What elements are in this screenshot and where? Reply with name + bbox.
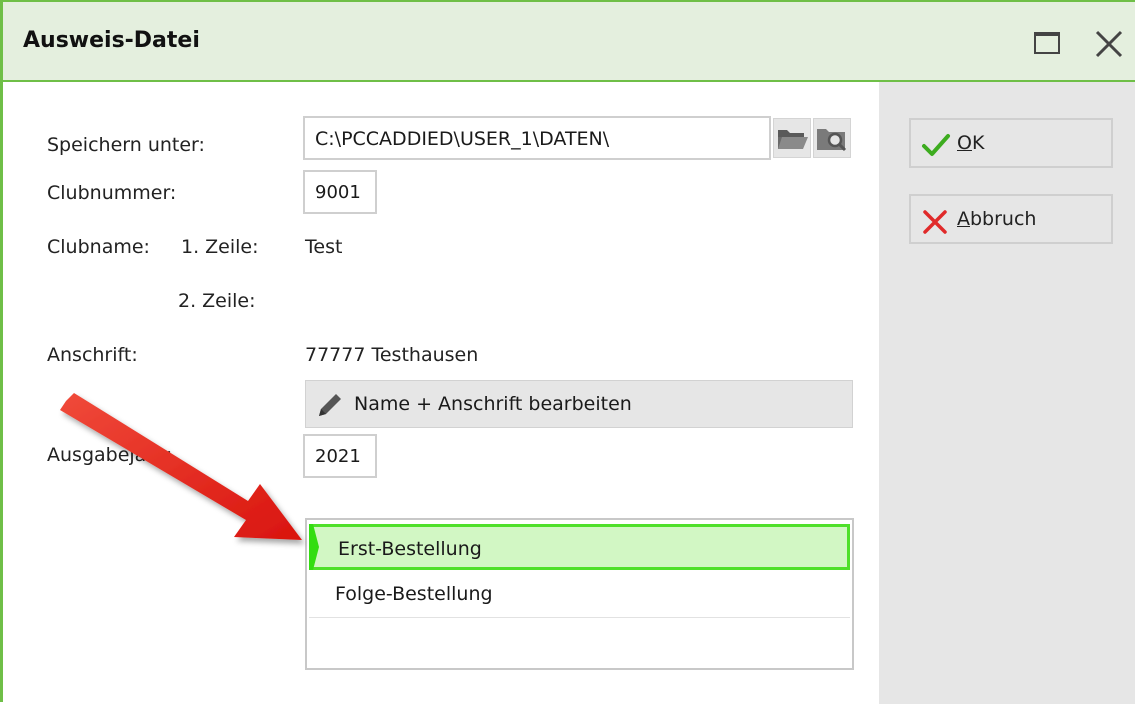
club-number-input[interactable]: 9001 xyxy=(303,170,377,214)
cancel-label: Abbruch xyxy=(957,208,1037,230)
cancel-x-icon xyxy=(923,210,947,234)
cancel-button[interactable]: Abbruch xyxy=(909,194,1113,244)
ausweis-datei-dialog: Ausweis-Datei Speichern unter: C:\PCCADD… xyxy=(0,0,1135,704)
list-item-label: Folge-Bestellung xyxy=(335,583,493,605)
line1-label: 1. Zeile: xyxy=(181,236,259,258)
order-type-list: Erst-Bestellung Folge-Bestellung xyxy=(305,518,854,670)
edit-name-address-button[interactable]: Name + Anschrift bearbeiten xyxy=(305,380,853,428)
line2-label: 2. Zeile: xyxy=(178,290,256,312)
year-label: Ausgabejahr: xyxy=(47,444,173,466)
pencil-icon xyxy=(319,394,341,416)
save-path-input[interactable]: C:\PCCADDIED\USER_1\DATEN\ xyxy=(303,116,771,160)
address-label: Anschrift: xyxy=(47,344,138,366)
club-number-value: 9001 xyxy=(315,182,361,203)
year-input[interactable]: 2021 xyxy=(303,434,377,478)
edit-name-address-label: Name + Anschrift bearbeiten xyxy=(354,393,632,415)
folder-open-icon xyxy=(778,130,808,149)
club-name-label: Clubname: xyxy=(47,236,150,258)
maximize-icon xyxy=(1034,32,1060,54)
close-button[interactable] xyxy=(1091,26,1127,62)
ok-label: OK xyxy=(957,132,985,154)
list-item-folge-bestellung[interactable]: Folge-Bestellung xyxy=(309,572,850,618)
maximize-button[interactable] xyxy=(1031,28,1065,58)
selection-marker xyxy=(309,524,319,570)
address-value: 77777 Testhausen xyxy=(305,344,479,366)
year-value: 2021 xyxy=(315,446,361,467)
line1-value: Test xyxy=(305,236,343,258)
folder-search-icon xyxy=(817,129,847,152)
list-item-label: Erst-Bestellung xyxy=(338,538,482,560)
save-path-value: C:\PCCADDIED\USER_1\DATEN\ xyxy=(315,128,610,150)
open-folder-button[interactable] xyxy=(773,118,811,158)
club-number-label: Clubnummer: xyxy=(47,182,177,204)
list-item-erst-bestellung[interactable]: Erst-Bestellung xyxy=(309,524,850,570)
window-title: Ausweis-Datei xyxy=(23,28,200,53)
save-path-label: Speichern unter: xyxy=(47,134,205,156)
browse-folder-button[interactable] xyxy=(813,118,851,158)
close-icon xyxy=(1095,30,1123,58)
action-panel: OK Abbruch xyxy=(879,82,1135,704)
checkmark-icon xyxy=(922,134,950,156)
title-bar: Ausweis-Datei xyxy=(3,2,1135,82)
ok-button[interactable]: OK xyxy=(909,118,1113,168)
